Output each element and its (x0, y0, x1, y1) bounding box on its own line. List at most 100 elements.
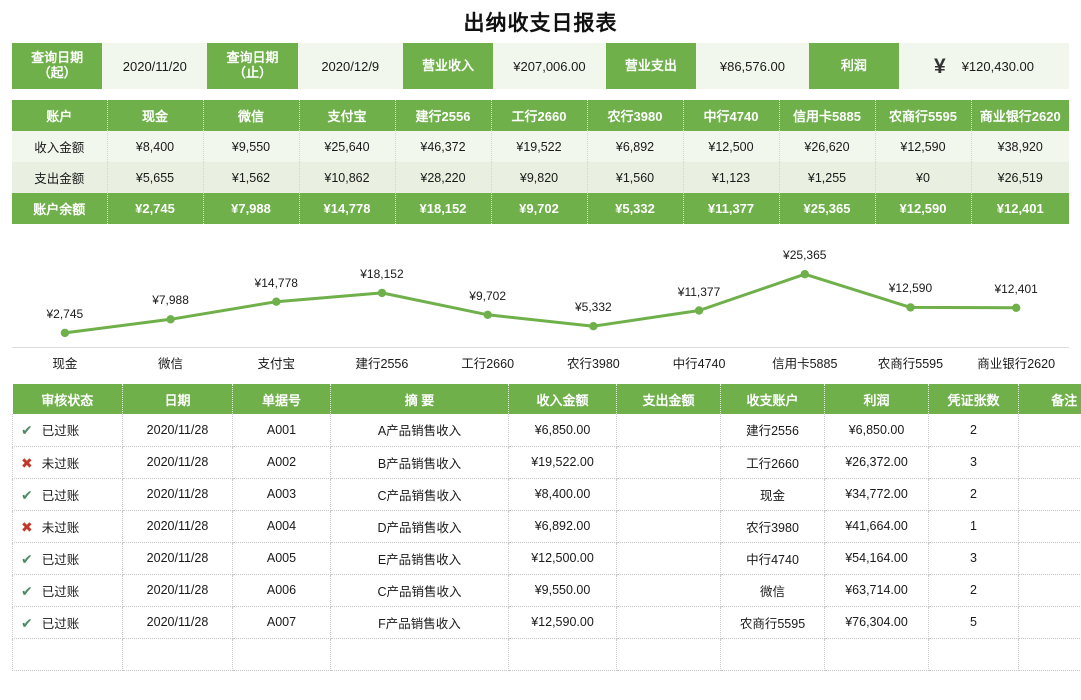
detail-cell-date: 2020/11/28 (122, 446, 233, 479)
detail-header-voucher: 单据号 (232, 384, 331, 414)
detail-cell-income: ¥6,892.00 (508, 510, 617, 543)
detail-cell-count: 2 (928, 414, 1019, 447)
table-row[interactable]: ✔ 已过账 2020/11/28 A005 E产品销售收入 ¥12,500.00 中行474… (12, 542, 1081, 575)
detail-cell-abstract: C产品销售收入 (330, 574, 509, 607)
detail-cell-date (122, 638, 233, 671)
chart-category-label-6: 中行4740 (672, 357, 726, 371)
status-badge: 已过账 (41, 616, 80, 631)
query-date-from-label: 查询日期 （起） (12, 43, 103, 89)
chart-category-label-4: 工行2660 (461, 357, 515, 371)
chart-point-1 (166, 315, 175, 324)
detail-cell-profit: ¥63,714.00 (824, 574, 929, 607)
accounts-col-6: 中行4740 (683, 100, 780, 131)
detail-cell-account: 现金 (720, 478, 825, 511)
accounts-balance-3: ¥18,152 (395, 193, 492, 224)
accounts-balance-8: ¥12,590 (875, 193, 972, 224)
accounts-col-7: 信用卡5885 (779, 100, 876, 131)
operating-expense-label: 营业支出 (605, 43, 697, 89)
chart-value-label-9: ¥12,401 (994, 281, 1038, 296)
detail-cell-account: 工行2660 (720, 446, 825, 479)
chart-value-label-0: ¥2,745 (46, 306, 84, 321)
profit-value-cell: ¥ ¥120,430.00 (898, 43, 1070, 89)
detail-cell-income: ¥19,522.00 (508, 446, 617, 479)
check-icon: ✔ (21, 422, 33, 439)
detail-cell-expense (616, 446, 721, 479)
detail-cell-remark (1018, 606, 1081, 639)
accounts-col-4: 工行2660 (491, 100, 588, 131)
detail-header-account: 收支账户 (720, 384, 825, 414)
detail-header-status: 审核状态 (12, 384, 123, 414)
detail-cell-voucher: A003 (232, 478, 331, 511)
query-date-from-value[interactable]: 2020/11/20 (102, 43, 208, 89)
query-date-to-label: 查询日期 （止） (207, 43, 298, 89)
detail-cell-profit: ¥26,372.00 (824, 446, 929, 479)
chart-axis-line (12, 347, 1069, 348)
accounts-income-9: ¥38,920 (971, 131, 1069, 162)
detail-header-income: 收入金额 (508, 384, 617, 414)
accounts-expense-3: ¥28,220 (395, 162, 492, 193)
table-row[interactable] (12, 638, 1081, 671)
detail-cell-income: ¥12,590.00 (508, 606, 617, 639)
accounts-col-2: 支付宝 (299, 100, 396, 131)
status-badge: 已过账 (41, 584, 80, 599)
chart-value-label-3: ¥18,152 (360, 266, 404, 281)
detail-header-date: 日期 (122, 384, 233, 414)
detail-cell-status: ✔ 已过账 (12, 478, 123, 511)
detail-cell-count (928, 638, 1019, 671)
detail-cell-remark (1018, 510, 1081, 543)
chart-point-9 (1012, 303, 1021, 312)
query-date-to-value[interactable]: 2020/12/9 (297, 43, 403, 89)
table-row[interactable]: ✔ 已过账 2020/11/28 A001 A产品销售收入 ¥6,850.00 建行2556… (12, 414, 1081, 447)
detail-cell-profit: ¥41,664.00 (824, 510, 929, 543)
detail-cell-count: 3 (928, 446, 1019, 479)
chart-value-label-7: ¥25,365 (783, 248, 827, 263)
accounts-balance-1: ¥7,988 (203, 193, 300, 224)
table-row[interactable]: ✔ 已过账 2020/11/28 A006 C产品销售收入 ¥9,550.00 微信 ¥63,… (12, 574, 1081, 607)
accounts-col-8: 农商行5595 (875, 100, 972, 131)
detail-cell-count: 1 (928, 510, 1019, 543)
detail-cell-remark (1018, 414, 1081, 447)
query-date-from-label-line1: 查询日期 (31, 50, 84, 66)
chart-category-label-0: 现金 (52, 357, 78, 371)
detail-cell-voucher: A007 (232, 606, 331, 639)
accounts-expense-8: ¥0 (875, 162, 972, 193)
detail-cell-expense (616, 510, 721, 543)
accounts-expense-7: ¥1,255 (779, 162, 876, 193)
detail-cell-voucher: A005 (232, 542, 331, 575)
table-row[interactable]: ✖ 未过账 2020/11/28 A002 B产品销售收入 ¥19,522.00 工行266… (12, 446, 1081, 479)
detail-cell-status: ✔ 已过账 (12, 606, 123, 639)
chart-value-label-2: ¥14,778 (254, 275, 298, 290)
detail-cell-expense (616, 574, 721, 607)
detail-header-abstract: 摘 要 (330, 384, 509, 414)
detail-cell-account: 农商行5595 (720, 606, 825, 639)
chart-category-label-2: 支付宝 (257, 357, 296, 371)
chart-category-label-8: 农商行5595 (877, 357, 944, 371)
detail-cell-date: 2020/11/28 (122, 478, 233, 511)
detail-cell-income: ¥12,500.00 (508, 542, 617, 575)
detail-cell-profit: ¥6,850.00 (824, 414, 929, 447)
chart-point-5 (589, 322, 598, 331)
query-date-from-label-line2: （起） (37, 65, 77, 80)
table-row[interactable]: ✖ 未过账 2020/11/28 A004 D产品销售收入 ¥6,892.00 农行3980… (12, 510, 1081, 543)
yen-sign-icon: ¥ (934, 54, 946, 78)
detail-cell-remark (1018, 638, 1081, 671)
accounts-balance-4: ¥9,702 (491, 193, 588, 224)
chart-value-label-6: ¥11,377 (677, 284, 721, 299)
table-row[interactable]: ✔ 已过账 2020/11/28 A007 F产品销售收入 ¥12,590.00 农商行55… (12, 606, 1081, 639)
detail-cell-income: ¥9,550.00 (508, 574, 617, 607)
detail-cell-expense (616, 542, 721, 575)
operating-expense-value: ¥86,576.00 (696, 43, 809, 89)
page-title: 出纳收支日报表 (463, 12, 618, 35)
chart-category-label-7: 信用卡5885 (772, 357, 838, 371)
detail-cell-profit (824, 638, 929, 671)
operating-income-label: 营业收入 (402, 43, 494, 89)
detail-cell-status: ✖ 未过账 (12, 510, 123, 543)
detail-cell-voucher: A002 (232, 446, 331, 479)
accounts-income-row: 收入金额 ¥8,400 ¥9,550 ¥25,640 ¥46,372 ¥19,5… (12, 131, 1069, 162)
detail-cell-remark (1018, 542, 1081, 575)
check-icon: ✔ (21, 614, 33, 631)
report-page: 出纳收支日报表 查询日期 （起） 2020/11/20 查询日期 （止） 202… (0, 0, 1081, 700)
detail-header-row: 审核状态 日期 单据号 摘 要 收入金额 支出金额 收支账户 利润 凭证张数 备… (12, 384, 1081, 414)
table-row[interactable]: ✔ 已过账 2020/11/28 A003 C产品销售收入 ¥8,400.00 现金 ¥34,… (12, 478, 1081, 511)
accounts-balance-7: ¥25,365 (779, 193, 876, 224)
